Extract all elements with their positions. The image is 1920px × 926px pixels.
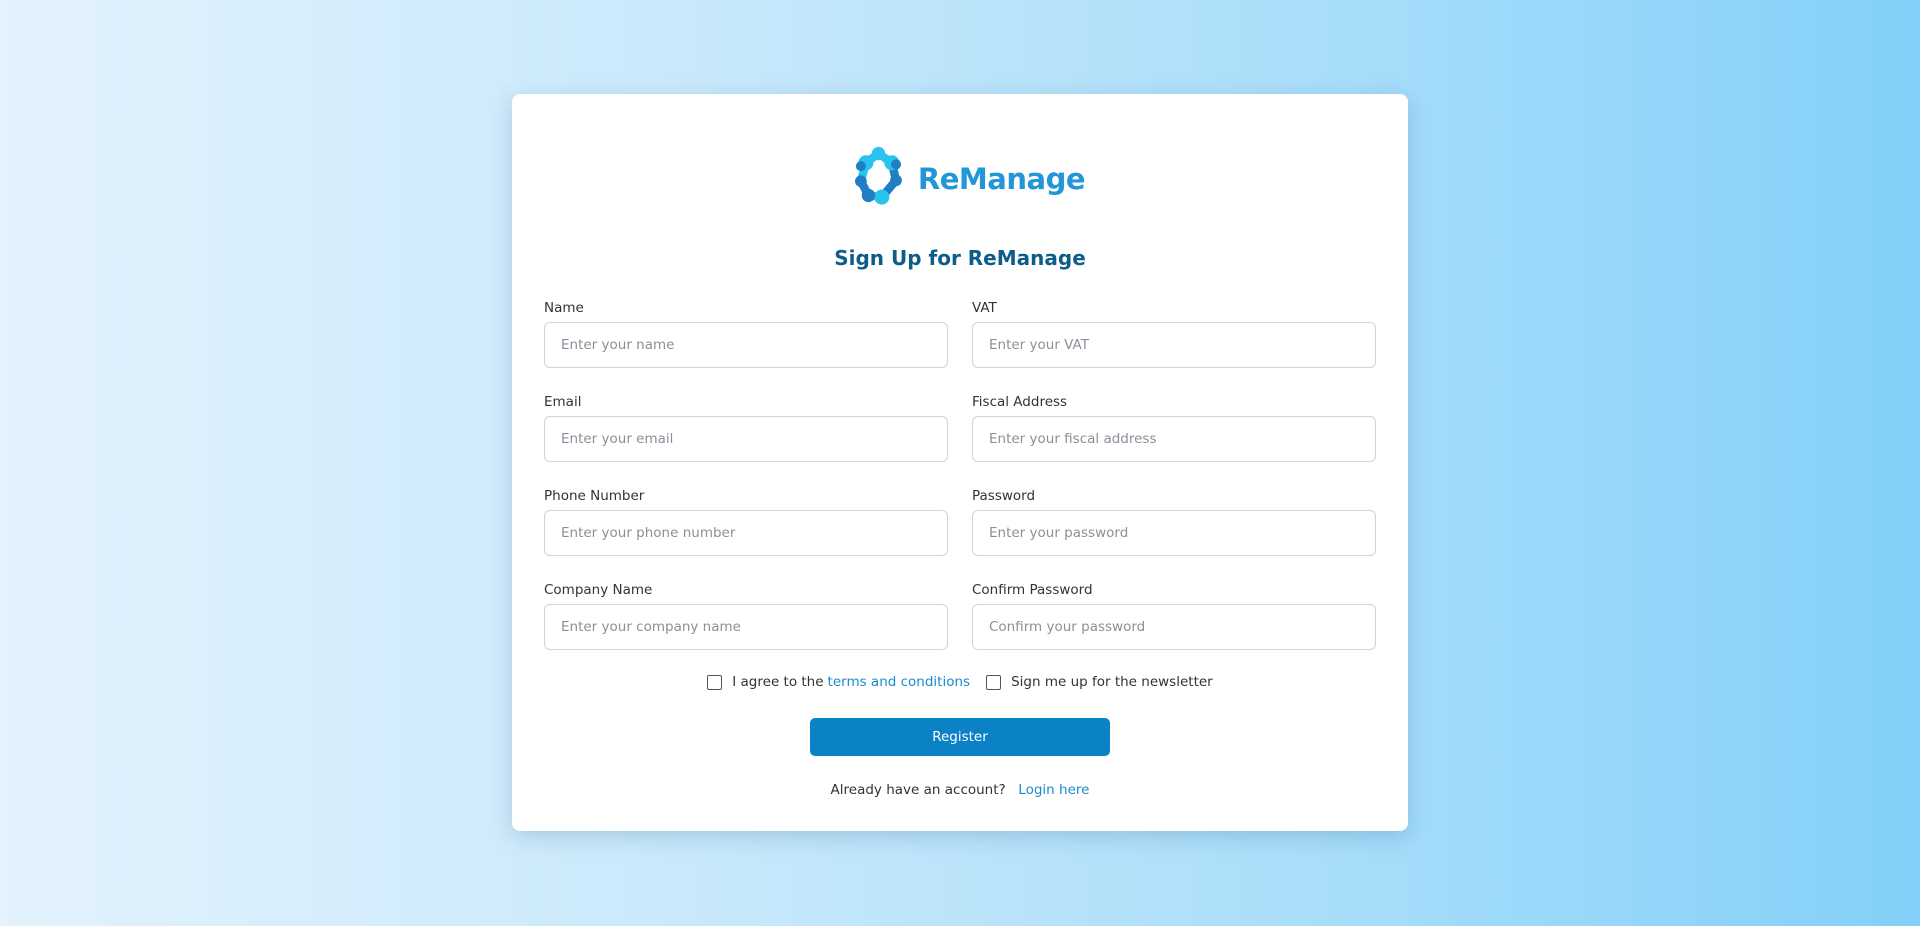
newsletter-checkbox[interactable] bbox=[986, 674, 1002, 690]
vat-field-group: VAT bbox=[972, 300, 1376, 368]
terms-checkbox[interactable] bbox=[707, 674, 723, 690]
confirm-password-input[interactable] bbox=[972, 604, 1376, 650]
phone-field-group: Phone Number bbox=[544, 488, 948, 556]
login-prompt: Already have an account? bbox=[830, 782, 1006, 798]
newsletter-check-group: Sign me up for the newsletter bbox=[986, 674, 1213, 690]
phone-input[interactable] bbox=[544, 510, 948, 556]
terms-check-group: I agree to the terms and conditions bbox=[707, 674, 970, 690]
molecule-ring-icon bbox=[855, 146, 902, 205]
name-input[interactable] bbox=[544, 322, 948, 368]
email-input[interactable] bbox=[544, 416, 948, 462]
fiscal-address-label: Fiscal Address bbox=[972, 394, 1068, 410]
confirm-password-field-group: Confirm Password bbox=[972, 582, 1376, 650]
password-input[interactable] bbox=[972, 510, 1376, 556]
signup-card: ReManage Sign Up for ReManage Name VAT E… bbox=[512, 94, 1408, 831]
logo: ReManage bbox=[845, 132, 1086, 222]
password-field-group: Password bbox=[972, 488, 1376, 556]
terms-link[interactable]: terms and conditions bbox=[828, 674, 971, 690]
vat-label: VAT bbox=[972, 300, 997, 316]
newsletter-label: Sign me up for the newsletter bbox=[1011, 674, 1213, 690]
email-label: Email bbox=[544, 394, 582, 410]
logo-text: ReManage bbox=[917, 162, 1086, 196]
confirm-password-label: Confirm Password bbox=[972, 582, 1093, 598]
login-prompt-row: Already have an account? Login here bbox=[512, 782, 1408, 798]
terms-prefix: I agree to the bbox=[732, 674, 824, 690]
name-label: Name bbox=[544, 300, 584, 316]
company-label: Company Name bbox=[544, 582, 653, 598]
page-title: Sign Up for ReManage bbox=[834, 246, 1086, 270]
register-button[interactable]: Register bbox=[810, 718, 1110, 756]
email-field-group: Email bbox=[544, 394, 948, 462]
password-label: Password bbox=[972, 488, 1036, 504]
agreement-row: I agree to the terms and conditions Sign… bbox=[512, 674, 1408, 690]
name-field-group: Name bbox=[544, 300, 948, 368]
fiscal-address-field-group: Fiscal Address bbox=[972, 394, 1376, 462]
phone-label: Phone Number bbox=[544, 488, 645, 504]
login-link[interactable]: Login here bbox=[1018, 782, 1089, 798]
vat-input[interactable] bbox=[972, 322, 1376, 368]
company-input[interactable] bbox=[544, 604, 948, 650]
fiscal-address-input[interactable] bbox=[972, 416, 1376, 462]
company-field-group: Company Name bbox=[544, 582, 948, 650]
